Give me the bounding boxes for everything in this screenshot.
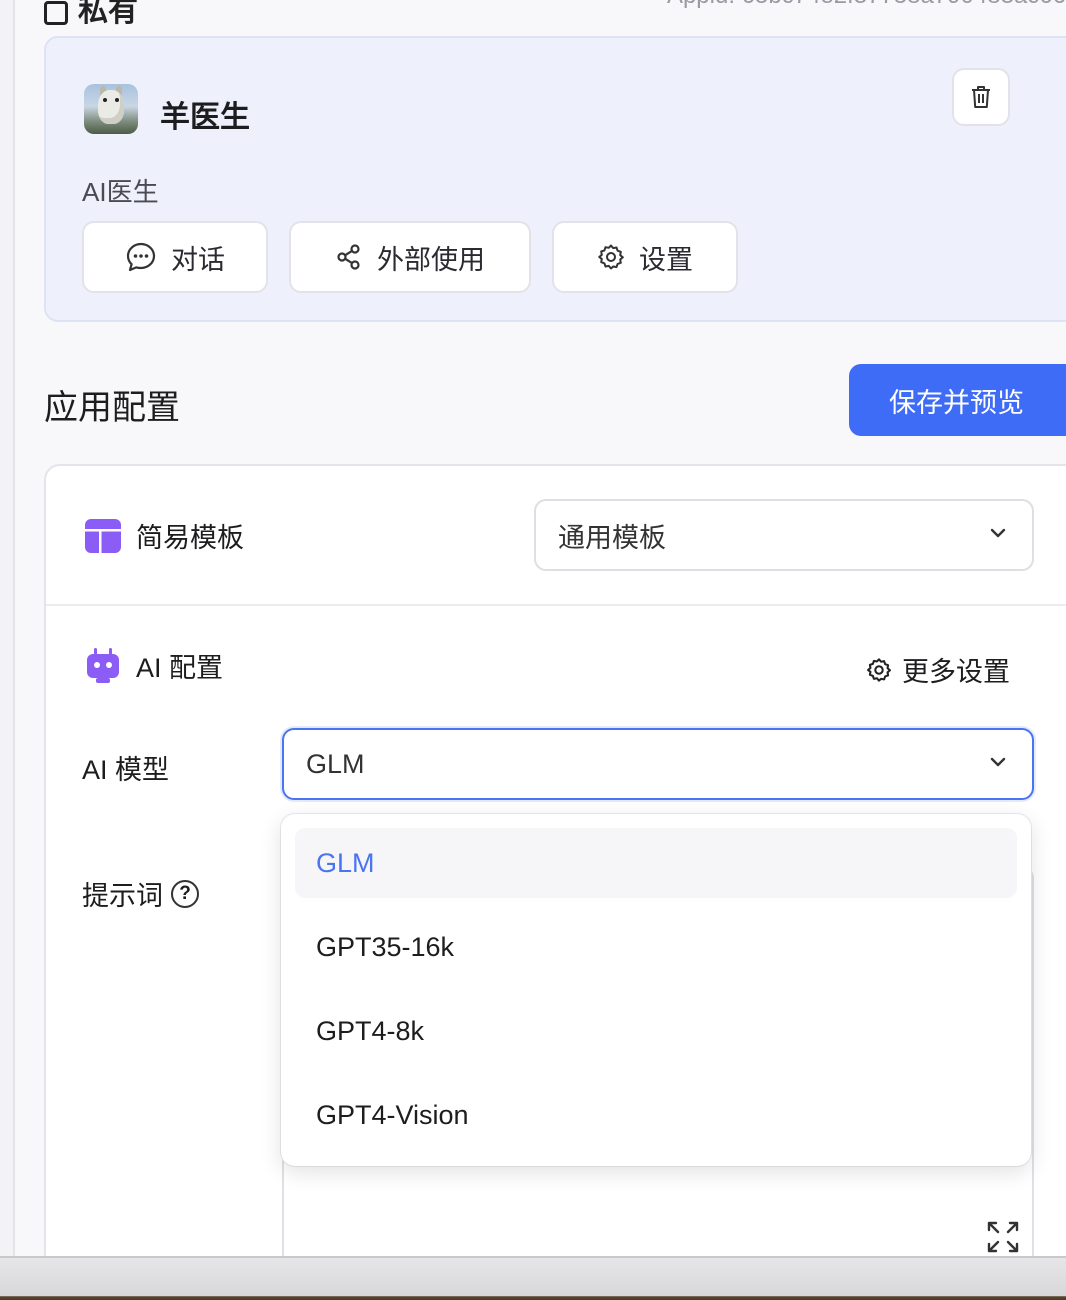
avatar-eye bbox=[115, 98, 119, 102]
expand-icon[interactable] bbox=[986, 1220, 1020, 1254]
template-selected-value: 通用模板 bbox=[558, 522, 666, 553]
prompt-label-text: 提示词 bbox=[82, 881, 163, 911]
ai-config-row-label: AI 配置 bbox=[84, 646, 223, 685]
help-icon[interactable]: ? bbox=[171, 879, 199, 908]
save-and-preview-button[interactable]: 保存并预览 bbox=[849, 364, 1066, 436]
app-name: 羊医生 bbox=[160, 101, 250, 134]
section-title: 应用配置 bbox=[44, 389, 180, 427]
delete-app-button[interactable] bbox=[952, 68, 1010, 126]
ai-config-label-text: AI 配置 bbox=[136, 653, 224, 683]
model-option-gpt35-16k[interactable]: GPT35-16k bbox=[295, 912, 1017, 982]
robot-icon bbox=[87, 647, 119, 683]
ai-model-select[interactable]: GLM bbox=[282, 728, 1034, 800]
model-option-gpt4-vision[interactable]: GPT4-Vision bbox=[295, 1080, 1017, 1150]
prompt-label: 提示词 ? bbox=[82, 874, 199, 913]
gear-icon bbox=[867, 657, 891, 682]
more-settings-link[interactable]: 更多设置 bbox=[866, 650, 1010, 689]
gear-icon bbox=[598, 244, 624, 270]
chevron-down-icon bbox=[990, 757, 1006, 767]
app-avatar bbox=[84, 84, 138, 134]
model-option-gpt4-8k[interactable]: GPT4-8k bbox=[295, 996, 1017, 1066]
ai-model-selected-value: GLM bbox=[306, 748, 365, 779]
visibility-title: 私有 bbox=[44, 0, 138, 30]
settings-button[interactable]: 设置 bbox=[552, 221, 738, 293]
left-sidebar-edge bbox=[0, 0, 15, 1256]
settings-button-label: 设置 bbox=[639, 244, 693, 275]
window-bottom-bar bbox=[0, 1256, 1066, 1300]
app-id-text: Appid: 65bc74e2f37758a790483ac66 bbox=[667, 0, 1066, 10]
model-option-glm[interactable]: GLM bbox=[295, 828, 1017, 898]
trash-icon bbox=[972, 86, 990, 108]
external-use-button[interactable]: 外部使用 bbox=[289, 221, 531, 293]
avatar-eye bbox=[103, 98, 107, 102]
app-card: 羊医生 AI医生 对话 外部使用 设置 bbox=[44, 36, 1066, 322]
template-icon bbox=[85, 518, 121, 553]
more-settings-label: 更多设置 bbox=[902, 657, 1010, 687]
chat-button-label: 对话 bbox=[171, 244, 225, 275]
page-header: 私有 Appid: 65bc74e2f37758a790483ac66 bbox=[44, 0, 1066, 28]
app-description: AI医生 bbox=[82, 177, 159, 207]
template-select[interactable]: 通用模板 bbox=[534, 499, 1034, 571]
chat-bubble-icon bbox=[126, 242, 156, 272]
ai-model-label: AI 模型 bbox=[82, 755, 170, 785]
section-divider bbox=[46, 604, 1066, 606]
chevron-down-icon bbox=[990, 528, 1006, 538]
external-use-label: 外部使用 bbox=[377, 244, 485, 275]
ai-model-dropdown: GLM GPT35-16k GPT4-8k GPT4-Vision bbox=[281, 814, 1031, 1166]
avatar-goat bbox=[98, 90, 124, 124]
chat-button[interactable]: 对话 bbox=[82, 221, 268, 293]
share-icon bbox=[337, 244, 360, 270]
template-label-text: 简易模板 bbox=[136, 523, 244, 553]
template-row-label: 简易模板 bbox=[84, 516, 244, 555]
